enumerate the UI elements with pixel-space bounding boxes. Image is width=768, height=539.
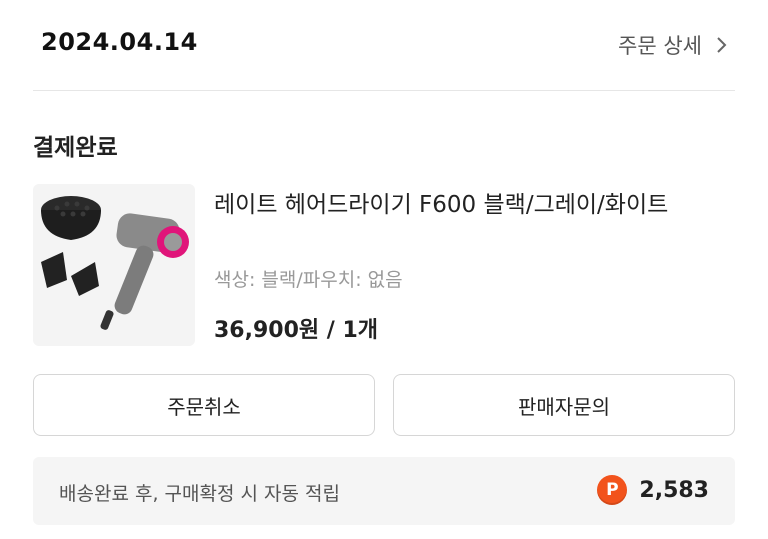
order-detail-link[interactable]: 주문 상세 — [618, 30, 730, 60]
product-price: 36,900원 / 1개 — [214, 318, 379, 343]
divider — [33, 90, 735, 91]
product-thumbnail[interactable] — [33, 184, 195, 346]
order-status: 결제완료 — [33, 135, 118, 161]
product-name[interactable]: 레이트 헤어드라이기 F600 블랙/그레이/화이트 — [214, 188, 734, 222]
hair-dryer-icon — [41, 196, 189, 330]
order-header: 2024.04.14 주문 상세 — [0, 0, 768, 90]
cancel-order-button[interactable]: 주문취소 — [33, 374, 375, 436]
product-option: 색상: 블랙/파우치: 없음 — [214, 269, 403, 291]
chevron-right-icon — [717, 37, 727, 53]
points-amount: 2,583 — [639, 477, 709, 503]
points-description: 배송완료 후, 구매확정 시 자동 적립 — [59, 483, 340, 505]
points-value: P 2,583 — [597, 475, 709, 505]
point-badge-icon: P — [597, 475, 628, 505]
seller-inquiry-button[interactable]: 판매자문의 — [393, 374, 735, 436]
order-date: 2024.04.14 — [41, 28, 198, 56]
order-detail-label: 주문 상세 — [618, 34, 702, 58]
points-info-bar: 배송완료 후, 구매확정 시 자동 적립 P 2,583 — [33, 457, 735, 525]
